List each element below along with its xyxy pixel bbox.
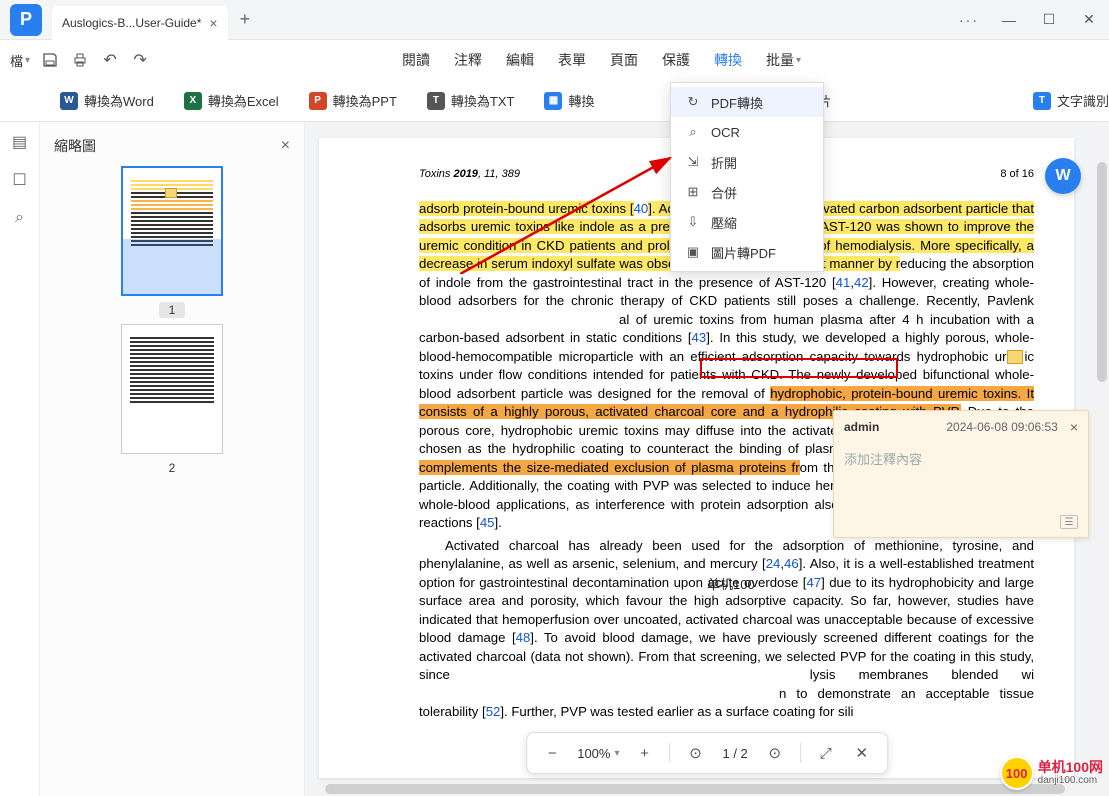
toolbar-close-button[interactable]: ✕ (847, 738, 877, 768)
minimize-button[interactable]: — (989, 0, 1029, 40)
menu-item-5[interactable]: 保護 (650, 44, 702, 76)
zoom-level[interactable]: 100%▾ (573, 746, 623, 761)
convert-label: 轉換為Excel (208, 91, 279, 110)
convert-dropdown: ↻ PDF轉換 ⌕ OCR ⇲ 折開 ⊞ 合併 ⇩ 壓縮 ▣ 圖片轉PDF (670, 82, 824, 272)
menu-item-1[interactable]: 注釋 (442, 44, 494, 76)
comment-input[interactable]: 添加注釋內容 (834, 443, 1088, 474)
menu-item-3[interactable]: 表單 (546, 44, 598, 76)
new-tab-button[interactable]: + (240, 9, 251, 30)
convert-label: 轉換為Word (84, 91, 154, 110)
comment-user: admin (844, 420, 879, 434)
dd-icon: ⊞ (685, 184, 701, 200)
convert-label: 文字識別 (1057, 91, 1109, 110)
thumbnail-close-icon[interactable]: × (281, 137, 290, 155)
document-tab[interactable]: Auslogics-B...User-Guide* × (52, 6, 228, 40)
dd-label: 圖片轉PDF (711, 243, 776, 262)
convert-item-ocr[interactable]: T 文字識別 (1033, 91, 1109, 110)
print-icon[interactable] (70, 50, 90, 70)
close-button[interactable]: ✕ (1069, 0, 1109, 40)
page-header-left: Toxins 2019, 11, 389 (419, 168, 520, 180)
dd-icon: ▣ (685, 244, 701, 260)
file-menu-label: 檔 (10, 51, 23, 70)
comment-date: 2024-06-08 09:06:53 (887, 420, 1061, 434)
zoom-out-button[interactable]: − (537, 738, 567, 768)
menu-item-4[interactable]: 頁面 (598, 44, 650, 76)
dropdown-item-1[interactable]: ⌕ OCR (671, 117, 823, 147)
word-icon: W (60, 92, 78, 110)
thumbnail-number-1: 1 (159, 302, 186, 318)
convert-label: 轉換 (568, 91, 594, 110)
menu-item-7[interactable]: 批量▾ (754, 44, 813, 76)
view-toolbar: − 100%▾ + ⊙ 1 / 2 ⊙ ⤢ ✕ (526, 732, 888, 774)
menu-item-2[interactable]: 編輯 (494, 44, 546, 76)
thumbnail-panel-title: 縮略圖 (54, 136, 96, 156)
ocr-icon: T (1033, 92, 1051, 110)
comment-menu-icon[interactable]: ☰ (1060, 515, 1078, 529)
page-header-right: 8 of 16 (1000, 168, 1034, 180)
fullscreen-button[interactable]: ⤢ (811, 738, 841, 768)
chevron-down-icon: ▾ (614, 748, 619, 759)
thumbnail-number-2: 2 (159, 460, 186, 476)
convert-item-excel[interactable]: X 轉換為Excel (184, 91, 279, 110)
dropdown-item-4[interactable]: ⇩ 壓縮 (671, 207, 823, 237)
maximize-button[interactable]: ☐ (1029, 0, 1069, 40)
tab-close-icon[interactable]: × (209, 15, 217, 31)
note-icon (165, 188, 177, 198)
watermark-brand: 单机100网 (1038, 760, 1103, 775)
watermark-ball: 100 (1000, 756, 1034, 790)
fit-page-button[interactable]: ⊙ (680, 738, 710, 768)
read-mode-button[interactable]: ⊙ (760, 738, 790, 768)
watermark-inline: 单机100 (707, 574, 755, 593)
chevron-down-icon: ▾ (25, 55, 30, 66)
save-icon[interactable] (40, 50, 60, 70)
redo-icon[interactable]: ↷ (130, 50, 150, 70)
comment-close-icon[interactable]: × (1070, 419, 1078, 435)
export-word-fab[interactable]: W (1045, 158, 1081, 194)
convert-item-img[interactable]: ▦ 轉換 (544, 91, 594, 110)
bookmark-icon[interactable]: ☐ (10, 170, 30, 190)
dropdown-item-2[interactable]: ⇲ 折開 (671, 147, 823, 177)
undo-icon[interactable]: ↶ (100, 50, 120, 70)
search-icon[interactable]: ⌕ (10, 208, 30, 228)
txt-icon: T (427, 92, 445, 110)
file-menu[interactable]: 檔▾ (10, 51, 30, 70)
img-icon: ▦ (544, 92, 562, 110)
watermark-logo: 100 单机100网 danji100.com (1000, 756, 1103, 790)
dd-label: 折開 (711, 153, 737, 172)
vertical-scrollbar[interactable] (1095, 122, 1109, 796)
convert-label: 轉換為PPT (333, 91, 397, 110)
convert-item-word[interactable]: W 轉換為Word (60, 91, 154, 110)
dropdown-item-3[interactable]: ⊞ 合併 (671, 177, 823, 207)
tab-title: Auslogics-B...User-Guide* (62, 16, 201, 30)
convert-item-txt[interactable]: T 轉換為TXT (427, 91, 515, 110)
horizontal-scrollbar[interactable] (305, 782, 1095, 796)
app-logo: P (10, 4, 42, 36)
menu-item-0[interactable]: 閱讀 (390, 44, 442, 76)
more-icon[interactable]: ··· (949, 0, 989, 40)
zoom-in-button[interactable]: + (629, 738, 659, 768)
dd-label: 壓縮 (711, 213, 737, 232)
page-indicator[interactable]: 1 / 2 (716, 746, 753, 761)
convert-item-ppt[interactable]: P 轉換為PPT (309, 91, 397, 110)
dd-label: 合併 (711, 183, 737, 202)
thumbnails-icon[interactable]: ▤ (10, 132, 30, 152)
convert-label: 轉換為TXT (451, 91, 515, 110)
excel-icon: X (184, 92, 202, 110)
dd-icon: ⇩ (685, 214, 701, 230)
dropdown-item-5[interactable]: ▣ 圖片轉PDF (671, 237, 823, 267)
thumbnail-page-1[interactable] (121, 166, 223, 296)
menu-item-6[interactable]: 轉換 (702, 44, 754, 76)
dropdown-item-0[interactable]: ↻ PDF轉換 (671, 87, 823, 117)
dd-label: OCR (711, 125, 740, 140)
dd-icon: ⇲ (685, 154, 701, 170)
comment-popup[interactable]: admin 2024-06-08 09:06:53 × 添加注釋內容 ☰ (833, 410, 1089, 538)
thumbnail-page-2[interactable] (121, 324, 223, 454)
watermark-url: danji100.com (1038, 775, 1103, 786)
dd-label: PDF轉換 (711, 93, 763, 112)
dd-icon: ⌕ (685, 124, 701, 140)
ppt-icon: P (309, 92, 327, 110)
dd-icon: ↻ (685, 94, 701, 110)
note-icon[interactable] (1007, 350, 1023, 364)
